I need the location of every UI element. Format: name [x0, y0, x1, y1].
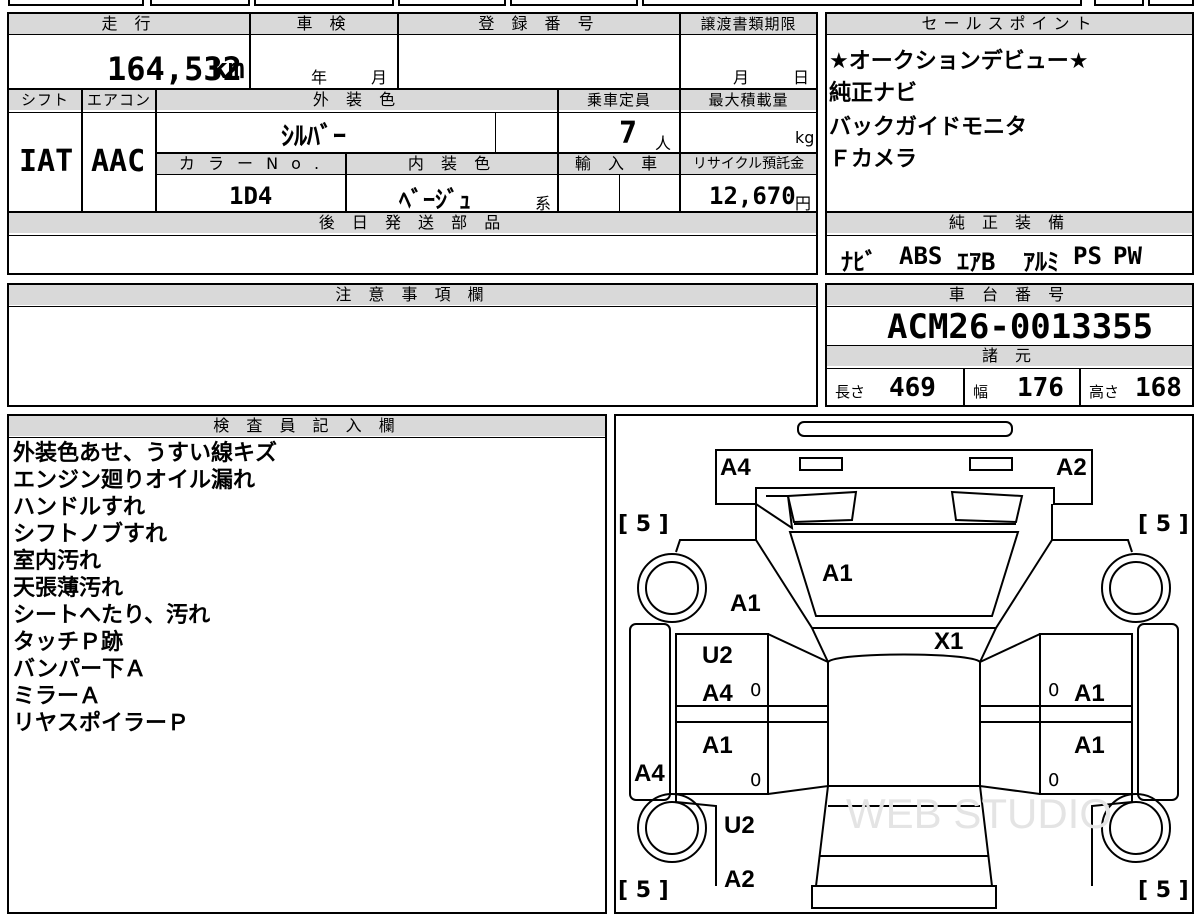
length-label: 長さ: [835, 383, 866, 401]
inspector-box: 検 査 員 記 入 欄 外装色あせ、うすい線キズ エンジン廻りオイル漏れ ハンド…: [7, 414, 607, 914]
top-cell: [642, 0, 1082, 6]
mark-left-front-door-1: U2: [702, 642, 733, 669]
inspector-line: ミラーＡ: [13, 684, 102, 709]
recycle-header: リサイクル預託金: [681, 154, 816, 174]
inspector-line: ハンドルすれ: [13, 495, 146, 520]
chassis-number: ACM26-0013355: [887, 307, 1154, 347]
mark-right-rear-door: A1: [1074, 732, 1105, 759]
mark-front-left: A4: [720, 454, 751, 481]
exterior-color-value: ｼﾙﾊﾞｰ: [281, 122, 347, 152]
chassis-header: 車 台 番 号: [827, 285, 1192, 305]
inspector-line: シートへたり、汚れ: [13, 603, 211, 628]
factory-equipment-header: 純 正 装 備: [827, 213, 1192, 233]
zero-mark: 0: [1048, 680, 1060, 701]
mark-front-right: A2: [1056, 454, 1087, 481]
equipment-item: ABS: [899, 242, 943, 270]
mark-left-side: A4: [634, 760, 665, 787]
interior-color-header: 内 装 色: [347, 154, 557, 174]
car-diagram-box: [ 5 ] [ 5 ] [ 5 ] [ 5 ] A4 A2 A1 A1 X1 U…: [614, 414, 1194, 914]
registration-header: 登 録 番 号: [399, 14, 679, 34]
mark-rear-left: U2: [724, 812, 755, 839]
top-cell: [1148, 0, 1194, 6]
sales-point-item: Ｆカメラ: [829, 147, 918, 172]
color-no-header: カ ラ ー N o .: [157, 154, 345, 174]
top-cell: [1094, 0, 1144, 6]
equipment-item: ﾅﾋﾞ: [841, 248, 877, 276]
mark-right-front-door: A1: [1074, 680, 1105, 707]
top-cell: [150, 0, 250, 6]
inspection-year: 年: [311, 68, 328, 87]
inspector-line: 室内汚れ: [13, 549, 102, 574]
inspector-line: 外装色あせ、うすい線キズ: [13, 441, 278, 466]
capacity-value: 7: [619, 116, 638, 151]
max-load-header: 最大積載量: [681, 90, 816, 110]
watermark: WEB STUDIO: [846, 790, 1113, 837]
vehicle-info-table: 走 行 車 検 登 録 番 号 譲渡書類期限 164,532 km 年 月 月 …: [7, 12, 818, 275]
import-header: 輸 入 車: [559, 154, 679, 174]
mark-roof: X1: [934, 628, 964, 655]
inspector-line: バンパー下Ａ: [13, 657, 147, 682]
mark-left-rear-door: A1: [702, 732, 733, 759]
mileage-unit: km: [211, 52, 245, 85]
mark-windshield: A1: [822, 560, 853, 587]
top-cell: [8, 0, 144, 6]
equipment-item: ｱﾙﾐ: [1023, 248, 1059, 276]
capacity-header: 乗車定員: [559, 90, 679, 110]
zero-mark: 0: [750, 770, 762, 791]
color-no-value: 1D4: [229, 182, 273, 210]
shift-header: シフト: [9, 90, 81, 110]
equipment-item: ｴｱB: [957, 248, 996, 276]
sales-point-item: ★オークションデビュー★: [829, 49, 1089, 74]
inspection-month: 月: [371, 68, 388, 87]
tire-label: [ 5 ]: [1138, 512, 1189, 537]
later-shipping-header: 後 日 発 送 部 品: [9, 213, 816, 233]
recycle-value: 12,670: [709, 182, 796, 210]
inspector-line: タッチＰ跡: [13, 630, 124, 655]
tire-label: [ 5 ]: [618, 878, 669, 903]
mark-rear: A2: [724, 866, 755, 893]
chassis-box: 車 台 番 号 ACM26-0013355 諸 元 長さ 469 幅 176 高…: [825, 283, 1194, 407]
sales-points-header: セールスポイント: [827, 14, 1192, 34]
ac-header: エアコン: [83, 90, 155, 110]
width-value: 176: [1017, 373, 1064, 403]
inspection-header: 車 検: [251, 14, 397, 34]
inspector-line: 天張薄汚れ: [13, 576, 124, 601]
mileage-header: 走 行: [9, 14, 249, 34]
tire-label: [ 5 ]: [1138, 878, 1189, 903]
width-label: 幅: [973, 383, 989, 401]
max-load-unit: kg: [795, 128, 815, 147]
specs-header: 諸 元: [827, 346, 1192, 366]
sales-point-item: 純正ナビ: [829, 81, 918, 106]
zero-mark: 0: [1048, 770, 1060, 791]
inspector-line: シフトノブすれ: [13, 522, 168, 547]
deadline-month: 月: [733, 68, 750, 87]
shift-value: IAT: [19, 144, 74, 179]
capacity-unit: 人: [655, 134, 672, 153]
top-cell: [398, 0, 506, 6]
sales-point-item: バックガイドモニタ: [829, 115, 1028, 140]
height-label: 高さ: [1089, 383, 1120, 401]
deadline-day: 日: [793, 68, 810, 87]
inspector-line: リヤスポイラーＰ: [13, 711, 190, 736]
equipment-item: PW: [1113, 242, 1142, 270]
mark-left-front-door-2: A4: [702, 680, 733, 707]
exterior-color-header: 外 装 色: [157, 90, 557, 110]
notes-box: 注 意 事 項 欄: [7, 283, 818, 407]
ac-value: AAC: [91, 144, 146, 179]
deadline-header: 譲渡書類期限: [681, 14, 816, 34]
mark-hood-left: A1: [730, 590, 761, 617]
inspector-header: 検 査 員 記 入 欄: [9, 416, 605, 436]
notes-header: 注 意 事 項 欄: [9, 285, 816, 305]
equipment-item: PS: [1073, 242, 1102, 270]
height-value: 168: [1135, 373, 1182, 403]
length-value: 469: [889, 373, 936, 403]
inspector-line: エンジン廻りオイル漏れ: [13, 468, 256, 493]
zero-mark: 0: [750, 680, 762, 701]
top-cell: [510, 0, 638, 6]
interior-color-value: ﾍﾞｰｼﾞｭ: [399, 186, 471, 214]
tire-label: [ 5 ]: [618, 512, 669, 537]
sales-points-box: セールスポイント ★オークションデビュー★ 純正ナビ バックガイドモニタ Ｆカメ…: [825, 12, 1194, 276]
top-cell: [254, 0, 394, 6]
